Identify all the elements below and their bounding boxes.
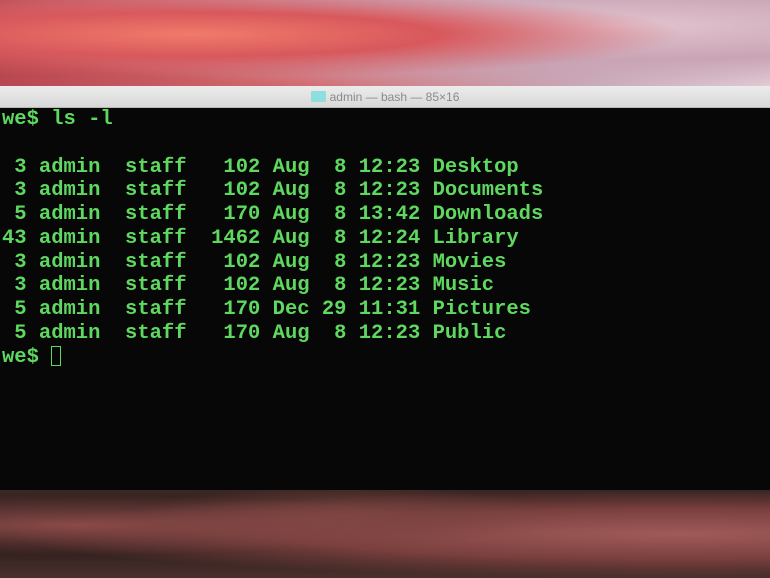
list-item: 5 admin staff 170 Aug 8 12:23 Public [2, 321, 507, 345]
command-line: we$ ls -l [2, 108, 113, 131]
prompt: we$ [2, 345, 52, 369]
title-bar[interactable]: admin — bash — 85×16 [0, 86, 770, 108]
desktop-wallpaper-sky [0, 0, 770, 86]
text-cursor [51, 345, 62, 366]
window-title: admin — bash — 85×16 [329, 89, 460, 104]
prompt-line[interactable]: we$ [2, 345, 770, 370]
list-item: 5 admin staff 170 Aug 8 13:42 Downloads [2, 203, 544, 226]
list-item: 3 admin staff 102 Aug 8 12:23 Movies [2, 250, 507, 274]
folder-icon [310, 91, 326, 102]
list-item: 3 admin staff 102 Aug 8 12:23 Music [2, 274, 495, 298]
list-item: 3 admin staff 102 Aug 8 12:23 Desktop [2, 155, 519, 179]
list-item: 43 admin staff 1462 Aug 8 12:24 Library [2, 226, 519, 250]
terminal-output[interactable]: we$ ls -l 3 admin staff 102 Aug 8 12:23 … [0, 108, 770, 490]
list-item: 5 admin staff 170 Dec 29 11:31 Pictures [2, 298, 531, 321]
list-item: 3 admin staff 102 Aug 8 12:23 Documents [2, 179, 544, 203]
desktop-wallpaper-rock [0, 490, 770, 578]
terminal-window[interactable]: admin — bash — 85×16 we$ ls -l 3 admin s… [0, 86, 770, 490]
